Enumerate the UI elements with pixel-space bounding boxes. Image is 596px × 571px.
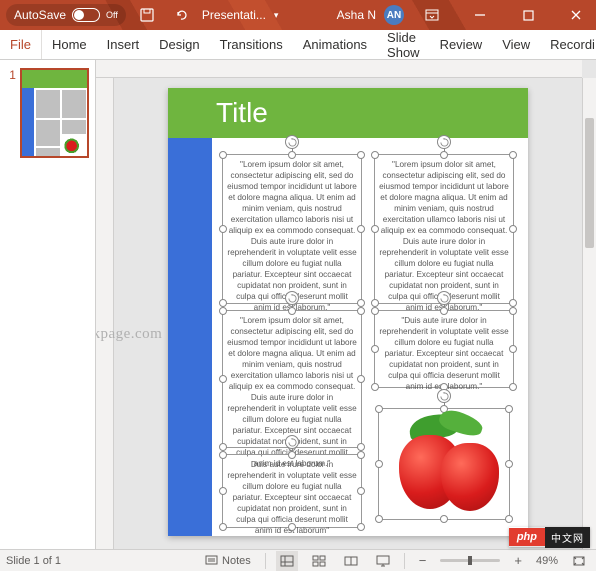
autosave-state: Off [106, 10, 118, 20]
undo-button[interactable] [168, 2, 194, 28]
vertical-scrollbar[interactable] [582, 78, 596, 549]
php-badge: php 中文网 [509, 527, 590, 547]
slide-editor[interactable]: @thegeekpage.com Title "Lorem ipsum dolo… [96, 60, 596, 549]
ribbon-tabs: File Home Insert Design Transitions Anim… [0, 30, 596, 60]
fit-icon [572, 555, 586, 567]
zoom-in-button[interactable]: + [510, 553, 526, 568]
maximize-icon [523, 10, 534, 21]
close-button[interactable] [556, 0, 596, 30]
document-title: Presentati... [202, 8, 266, 22]
tab-review[interactable]: Review [430, 30, 493, 59]
ribbon-display-button[interactable] [412, 0, 452, 30]
zoom-slider[interactable] [440, 559, 500, 562]
slideshow-view-icon [376, 555, 390, 567]
title-dropdown-icon[interactable]: ▾ [274, 10, 279, 21]
image-strawberry[interactable] [378, 408, 510, 520]
horizontal-ruler [96, 60, 582, 78]
rotate-handle-icon[interactable] [285, 435, 299, 449]
work-area: 1 @thegeekpage.com Title "Lorem ipsum do… [0, 60, 596, 549]
autosave-label: AutoSave [14, 8, 66, 22]
undo-icon [174, 8, 188, 22]
ribbon-display-icon [425, 9, 439, 21]
slide-thumbnail-pane[interactable]: 1 [0, 60, 96, 549]
tab-view[interactable]: View [492, 30, 540, 59]
rotate-handle-icon[interactable] [285, 135, 299, 149]
reading-view-icon [344, 555, 358, 567]
save-button[interactable] [134, 2, 160, 28]
slide-counter: Slide 1 of 1 [6, 555, 61, 567]
strawberry-icon [379, 409, 509, 519]
reading-view-button[interactable] [340, 551, 362, 571]
toggle-off-icon [72, 8, 100, 22]
maximize-button[interactable] [508, 0, 548, 30]
normal-view-icon [280, 555, 294, 567]
close-icon [570, 9, 582, 21]
user-avatar[interactable]: AN [384, 5, 404, 25]
rotate-handle-icon[interactable] [437, 135, 451, 149]
minimize-icon [474, 9, 486, 21]
slideshow-view-button[interactable] [372, 551, 394, 571]
slide-canvas[interactable]: Title "Lorem ipsum dolor sit amet, conse… [168, 88, 528, 536]
tab-recording[interactable]: Recordi [540, 30, 596, 59]
thumbnail-preview[interactable] [20, 68, 89, 158]
status-bar: Slide 1 of 1 Notes − + 49% [0, 549, 596, 571]
notes-button[interactable]: Notes [201, 550, 255, 571]
tab-animations[interactable]: Animations [293, 30, 377, 59]
slide-title-box[interactable]: Title [168, 88, 528, 138]
tab-home[interactable]: Home [42, 30, 97, 59]
slide-sidebar [168, 138, 212, 536]
tab-file[interactable]: File [0, 30, 42, 59]
zoom-out-button[interactable]: − [415, 553, 431, 568]
tab-insert[interactable]: Insert [97, 30, 150, 59]
autosave-toggle[interactable]: AutoSave Off [6, 4, 126, 26]
rotate-handle-icon[interactable] [437, 291, 451, 305]
sorter-view-button[interactable] [308, 551, 330, 571]
user-name: Asha N [337, 8, 376, 22]
minimize-button[interactable] [460, 0, 500, 30]
thumbnail-item[interactable]: 1 [6, 68, 89, 158]
scrollbar-thumb[interactable] [585, 118, 594, 248]
rotate-handle-icon[interactable] [285, 291, 299, 305]
notes-icon [205, 555, 218, 567]
normal-view-button[interactable] [276, 551, 298, 571]
textbox-left-1[interactable]: "Lorem ipsum dolor sit amet, consectetur… [222, 154, 362, 304]
textbox-left-3[interactable]: Duis aute irure dolor in reprehenderit i… [222, 454, 362, 528]
fit-to-window-button[interactable] [568, 551, 590, 571]
textbox-right-2[interactable]: "Duis aute irure dolor in reprehenderit … [374, 310, 514, 388]
zoom-value[interactable]: 49% [536, 555, 558, 567]
textbox-right-1[interactable]: "Lorem ipsum dolor sit amet, consectetur… [374, 154, 514, 304]
window-titlebar: AutoSave Off Presentati... ▾ Asha N AN [0, 0, 596, 30]
textbox-left-2[interactable]: "Lorem ipsum dolor sit amet, consectetur… [222, 310, 362, 448]
vertical-ruler [96, 78, 114, 549]
tab-design[interactable]: Design [149, 30, 209, 59]
rotate-handle-icon[interactable] [437, 389, 451, 403]
save-icon [140, 8, 154, 22]
tab-slide-show[interactable]: Slide Show [377, 30, 430, 59]
sorter-view-icon [312, 555, 326, 567]
thumbnail-number: 1 [6, 68, 16, 158]
tab-transitions[interactable]: Transitions [210, 30, 293, 59]
